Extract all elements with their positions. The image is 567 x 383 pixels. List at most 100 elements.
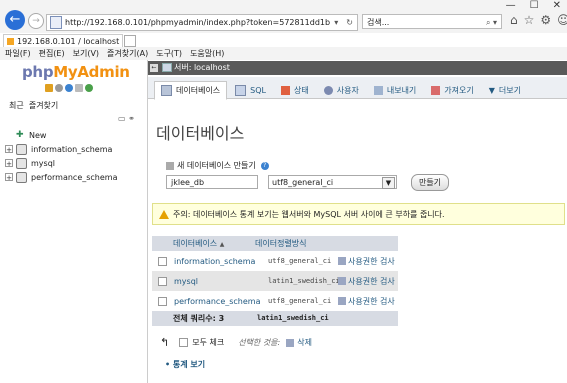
check-privileges-link[interactable]: 사용권한 검사 [338,276,395,287]
delete-label: 삭제 [297,338,312,347]
check-all-checkbox[interactable] [179,338,189,347]
stats-notice: 주의: 데이터베이스 통계 보기는 웹서버와 MySQL 서버 사이에 큰 부하… [152,203,565,225]
collation-select[interactable]: utf8_general_ci ▼ [268,175,397,189]
check-privileges-link[interactable]: 사용권한 검사 [338,256,395,267]
tree-new-label[interactable]: New [29,131,46,140]
tab-more[interactable]: ▼ 더보기 [482,81,528,100]
recent-tab[interactable]: 최근 [9,101,24,110]
tab-databases[interactable]: 데이터베이스 [154,81,228,100]
tab-import[interactable]: 가져오기 [424,81,480,100]
database-name-input[interactable]: jklee_db [166,175,258,189]
tab-users[interactable]: 사용자 [317,81,366,100]
forward-arrow-icon[interactable]: → [28,13,44,29]
menu-favorites[interactable]: 즐겨찾기(A) [107,48,148,59]
delete-button[interactable]: 삭제 [286,337,312,348]
tab-label: 내보내기 [386,86,417,95]
enable-statistics-link[interactable]: • 통계 보기 [165,359,205,370]
database-tree: ✚ New + information_schema + mysql + perform… [5,128,145,184]
close-icon[interactable]: ✕ [553,0,561,14]
tree-db-label[interactable]: performance_schema [31,173,118,182]
export-icon [373,86,383,95]
row-checkbox[interactable] [158,276,167,286]
back-arrow-icon[interactable]: ← [5,10,25,30]
tree-db-information-schema[interactable]: + information_schema [5,142,145,156]
dropdown-icon[interactable]: ▾ [330,18,342,27]
tree-db-label[interactable]: mysql [31,159,55,168]
help-icon[interactable] [65,84,73,92]
menu-file[interactable]: 파일(F) [5,48,31,59]
bulk-actions: ↰ 모두 체크 선택한 것을: 삭제 [160,336,312,349]
create-database-heading: 새 데이터베이스 만들기? [166,160,269,171]
browser-tab-strip: 192.168.0.101 / localhost ... × [0,33,567,48]
new-database-icon: ✚ [16,130,24,140]
header-database[interactable]: 데이터베이스 ▲ [173,236,255,251]
row-checkbox[interactable] [158,296,167,306]
db-collation: utf8_general_ci [268,257,332,265]
privileges-icon [338,257,346,265]
header-database-label: 데이터베이스 [173,239,218,248]
tab-export[interactable]: 내보내기 [367,81,423,100]
db-name-link[interactable]: information_schema [174,257,268,266]
logo-myadmin: MyAdmin [53,63,130,81]
browser-search-box[interactable]: 검색... ⌕ ▾ [362,14,502,29]
table-row: information_schema utf8_general_ci 사용권한 … [152,251,398,271]
tree-db-mysql[interactable]: + mysql [5,156,145,170]
header-collation[interactable]: 데이터정렬방식 [255,236,398,251]
help-icon[interactable]: ? [260,161,269,170]
sql-icon [235,85,247,96]
check-all-label[interactable]: 모두 체크 [192,337,224,348]
db-name-link[interactable]: performance_schema [174,297,268,306]
check-privileges-label: 사용권한 검사 [348,256,395,266]
favorites-star-icon[interactable]: ☆ [524,13,535,27]
search-icon[interactable]: ⌕ ▾ [486,15,497,30]
exit-icon[interactable] [55,84,63,92]
table-header: 데이터베이스 ▲ 데이터정렬방식 [152,236,398,251]
tree-db-label[interactable]: information_schema [31,145,112,154]
collapse-link-icon[interactable]: ▭ ⚭ [118,114,135,123]
with-selected-label: 선택한 것을: [238,338,281,347]
menu-help[interactable]: 도움말(H) [190,48,224,59]
menu-edit[interactable]: 편집(E) [39,48,65,59]
new-database-icon [166,161,174,170]
menu-tools[interactable]: 도구(T) [156,48,182,59]
server-label[interactable]: 서버: localhost [174,63,230,72]
tree-new[interactable]: ✚ New [5,128,145,142]
reload-icon[interactable] [85,84,93,92]
minimize-icon[interactable]: — [506,0,516,14]
db-name-link[interactable]: mysql [174,277,268,286]
docs-icon[interactable] [75,84,83,92]
favicon-icon [7,38,14,45]
collapse-icon[interactable]: ← [150,63,158,72]
chevron-down-icon[interactable]: ▼ [382,177,395,189]
browser-toolbar: — ☐ ✕ ← → http://192.168.0.101/phpmyadmi… [0,0,567,33]
expand-icon[interactable]: + [5,159,13,168]
databases-table: 데이터베이스 ▲ 데이터정렬방식 information_schema utf8… [152,236,398,326]
smiley-icon[interactable]: ☺ [557,13,567,27]
table-footer: 전체 쿼리수: 3 latin1_swedish_ci [152,311,398,326]
maximize-icon[interactable]: ☐ [530,0,539,14]
create-button[interactable]: 만들기 [411,174,449,191]
tree-db-performance-schema[interactable]: + performance_schema [5,170,145,184]
menu-view[interactable]: 보기(V) [73,48,99,59]
settings-gear-icon[interactable]: ⚙ [540,13,551,27]
address-bar[interactable]: http://192.168.0.101/phpmyadmin/index.ph… [46,14,358,31]
browser-tab[interactable]: 192.168.0.101 / localhost ... × [3,34,123,48]
tab-sql[interactable]: SQL [228,81,273,100]
tab-status[interactable]: 상태 [274,81,316,100]
browser-search-text[interactable]: 검색... [367,18,389,27]
new-tab-button[interactable] [124,35,136,47]
expand-icon[interactable]: + [5,145,13,154]
home-icon[interactable]: ⌂ [510,13,518,27]
home-icon[interactable] [45,84,53,92]
refresh-icon[interactable]: ↻ [342,18,357,27]
check-privileges-link[interactable]: 사용권한 검사 [338,296,395,307]
expand-icon[interactable]: + [5,173,13,182]
row-checkbox[interactable] [158,256,167,266]
sort-asc-icon[interactable]: ▲ [220,241,225,248]
check-privileges-label: 사용권한 검사 [348,276,395,286]
total-count: 전체 쿼리수: 3 [173,314,225,323]
page-title: 데이터베이스 [156,124,245,143]
phpmyadmin-logo[interactable]: phpMyAdmin [22,63,130,81]
address-url[interactable]: http://192.168.0.101/phpmyadmin/index.ph… [65,18,330,27]
favorites-tab[interactable]: 즐겨찾기 [29,101,58,110]
